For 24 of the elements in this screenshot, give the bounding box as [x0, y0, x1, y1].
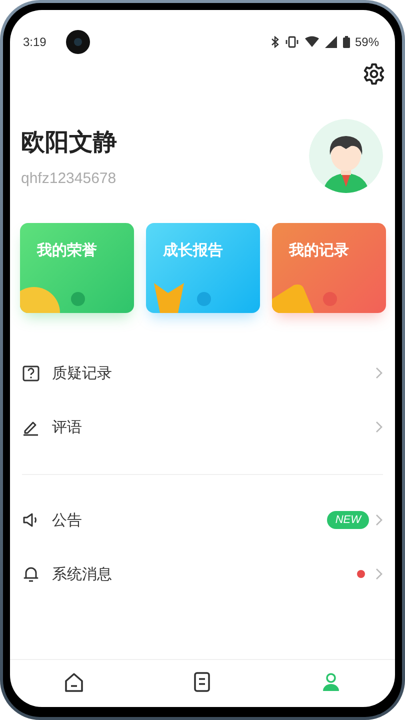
settings-icon[interactable] [363, 63, 385, 85]
new-badge: NEW [327, 511, 369, 529]
menu-item[interactable]: 评语 [22, 400, 383, 454]
menu-item[interactable]: 质疑记录 [22, 346, 383, 400]
avatar[interactable] [309, 119, 383, 193]
vibrate-icon [284, 36, 299, 48]
wifi-icon [304, 36, 319, 48]
shapes-drawing [272, 283, 338, 313]
status-time: 3:19 [23, 35, 46, 49]
chevron-icon [375, 421, 383, 433]
menu-item[interactable]: 公告 NEW [22, 493, 383, 547]
user-name: 欧阳文静 [21, 126, 118, 158]
bell-icon [22, 565, 40, 583]
bluetooth-icon [270, 36, 279, 48]
chevron-icon [375, 514, 383, 526]
signal-icon [324, 36, 337, 48]
camera-icon [66, 30, 90, 54]
chevron-icon [375, 568, 383, 580]
battery-level: 59% [354, 35, 379, 49]
battery-icon [342, 36, 350, 48]
chevron-icon [375, 367, 383, 379]
question-icon [22, 364, 40, 382]
account-id: qhfz12345678 [21, 170, 118, 186]
menu-item[interactable]: 系统消息 [22, 547, 383, 601]
